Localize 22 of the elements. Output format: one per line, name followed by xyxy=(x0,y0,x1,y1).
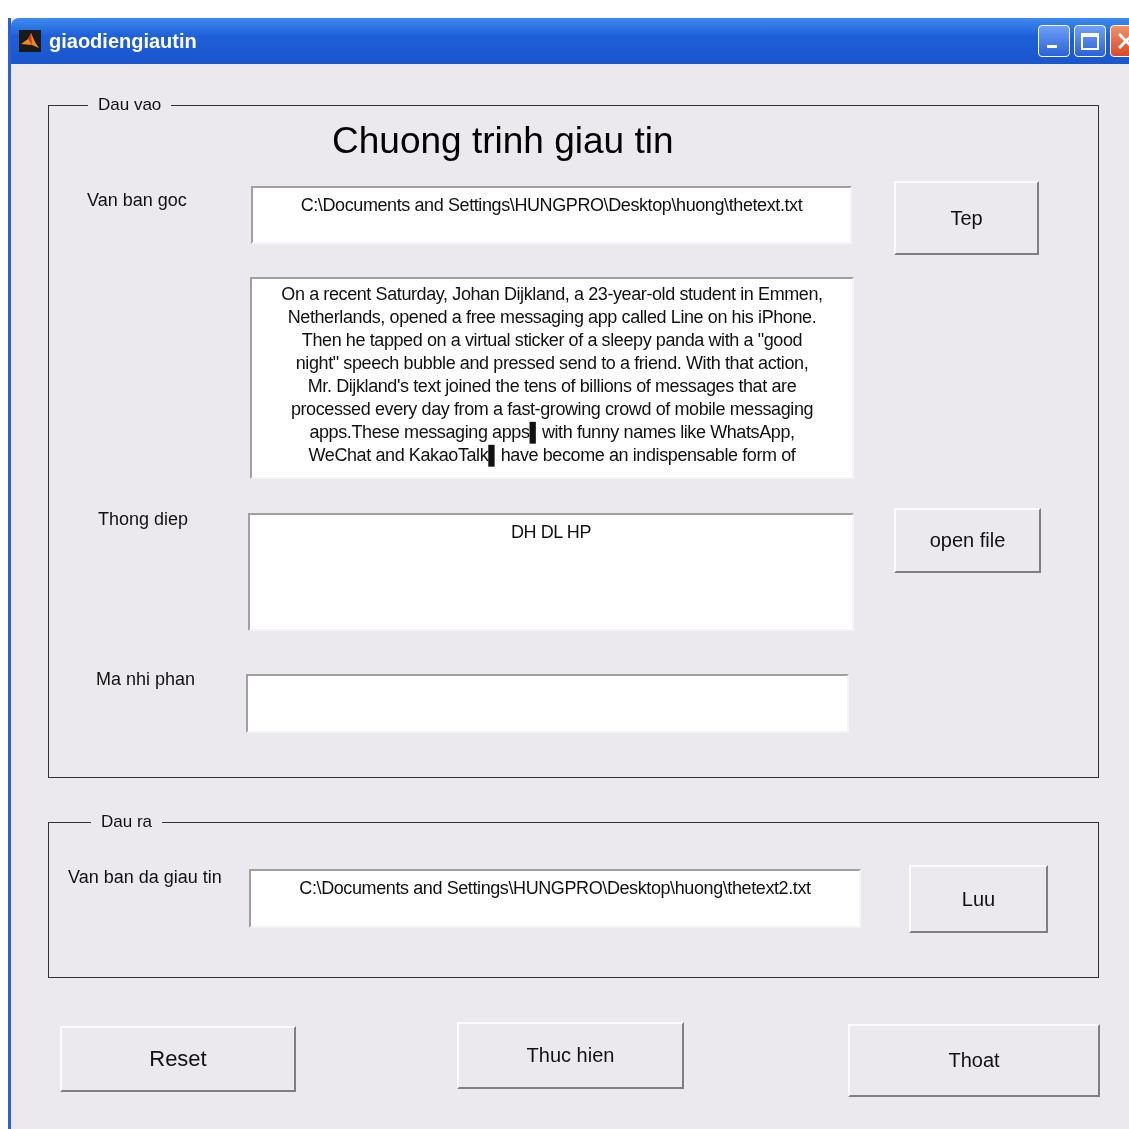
field-label: Van ban goc xyxy=(87,190,187,211)
input-field[interactable] xyxy=(246,674,849,733)
text-area[interactable]: On a recent Saturday, Johan Dijkland, a 23-year-old student in Emmen, Netherlands, opened a free messaging app called Line on his iPhone. Then he tapped on a virtual sticker of a sleepy panda with a "good night" speech bubble and pressed send to a friend. With that action, Mr. Dijkland's text joined the tens of billions of messages that are processed every day from a fast-growing crowd of mobile messaging apps.These messaging apps▌with funny names like WhatsApp, WeChat and KakaoTalk▌have become an indispensable form of xyxy=(250,277,854,479)
minimize-button[interactable] xyxy=(1038,25,1070,57)
window-title: giaodiengiautin xyxy=(49,29,197,53)
save-button[interactable]: Luu xyxy=(909,865,1048,933)
action-button[interactable]: Thoat xyxy=(848,1024,1100,1097)
app-icon xyxy=(19,30,41,52)
maximize-button[interactable] xyxy=(1074,25,1106,57)
action-button[interactable]: Thuc hien xyxy=(457,1022,684,1089)
input-field[interactable]: DH DL HP xyxy=(248,513,854,631)
maximize-icon xyxy=(1081,32,1099,50)
field-label: Van ban da giau tin xyxy=(68,867,222,888)
field-label: Thong diep xyxy=(98,509,189,530)
file-button[interactable]: Tep xyxy=(894,181,1039,255)
heading: Chuong trinh giau tin xyxy=(332,120,674,162)
action-button[interactable]: Reset xyxy=(60,1026,296,1092)
input-field[interactable]: C:\Documents and Settings\HUNGPRO\Desktop\huong\thetext.txt xyxy=(251,186,852,244)
message-button[interactable]: open file xyxy=(894,508,1041,573)
field-label: Ma nhi phan xyxy=(96,669,196,690)
minimize-icon xyxy=(1047,44,1057,48)
input-field[interactable]: C:\Documents and Settings\HUNGPRO\Desktop\huong\thetext2.txt xyxy=(249,869,861,928)
